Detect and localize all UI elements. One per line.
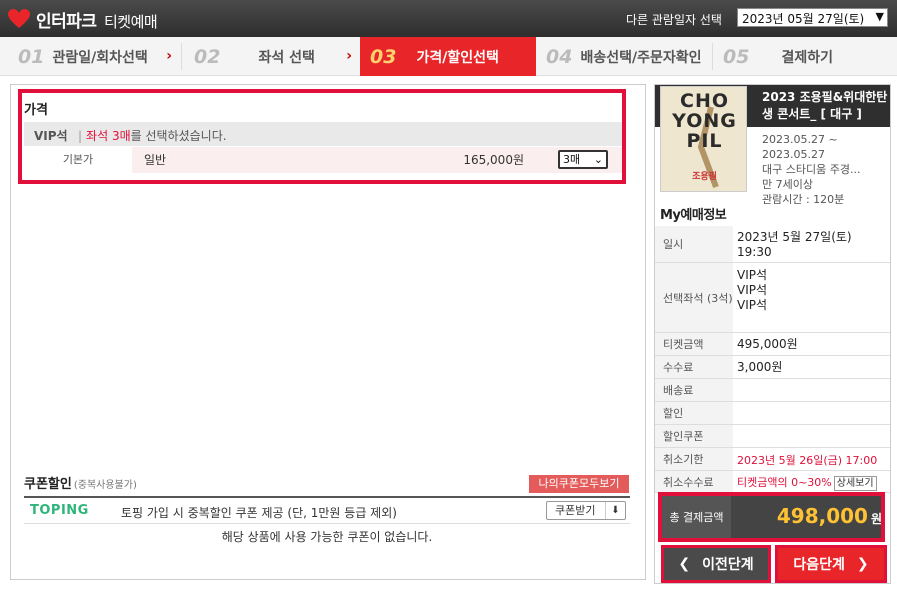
chevron-right-icon: › [346,48,352,64]
step-label: 가격/할인선택 [416,49,499,66]
my-booking-title: My예매정보 [660,208,727,223]
info-row-ticket-amount: 티켓금액 495,000원 [655,333,890,356]
price-highlight-box [18,89,626,184]
info-row-date: 일시 2023년 5월 27일(토) 19:30 [655,226,890,263]
info-row-seats: 선택좌석 (3석) VIP석 VIP석 VIP석 [655,263,890,333]
step-4[interactable]: 04 배송선택/주문자확인 [536,37,712,76]
date-select-value: 2023년 05월 27일(토) [742,12,865,26]
show-info: 2023.05.27 ~ 2023.05.27 대구 스타디움 주경... 만 … [762,132,887,207]
info-row-cancel-deadline: 취소기한 2023년 5월 26일(금) 17:00 [655,448,890,471]
show-runtime: 관람시간 : 120분 [762,193,845,206]
total-unit: 원 [870,512,882,526]
detail-button[interactable]: 상세보기 [833,476,877,491]
step-number: 05 [723,45,750,68]
total-label: 총 결제금액 [662,496,731,538]
info-value: 3,000원 [737,360,783,374]
step-number: 03 [370,45,397,68]
cancel-fee-value: 티켓금액의 0~30% [737,476,832,489]
show-period: 2023.05.27 ~ 2023.05.27 [762,133,838,161]
coupon-title: 쿠폰할인 (중복사용불가) [24,473,137,492]
show-poster: CHO YONG PIL 조용필 [660,86,747,192]
top-bar: 인터파크 티켓예매 다른 관람일자 선택 2023년 05월 27일(토) ▼ [0,0,897,37]
step-label: 결제하기 [781,49,833,66]
total-amount: 498,000 [776,504,868,528]
info-label: 할인 [655,402,733,424]
no-coupon-message: 해당 상품에 사용 가능한 쿠폰이 없습니다. [221,530,433,544]
info-label: 선택좌석 (3석) [655,263,733,332]
chevron-right-icon: › [166,48,172,64]
prev-step-label: 이전단계 [702,557,754,573]
info-label: 배송료 [655,379,733,401]
total-value: 498,000 원 [732,504,882,528]
info-value: 티켓금액의 0~30% 상세보기 [737,475,889,491]
info-value: 2023년 5월 26일(금) 17:00 [737,454,878,467]
info-row-coupon: 할인쿠폰 [655,425,890,448]
info-row-discount: 할인 [655,402,890,425]
step-number: 01 [18,45,45,68]
coupon-title-text: 쿠폰할인 [24,477,72,492]
step-3-active[interactable]: 03 가격/할인선택 [360,37,536,76]
step-nav: 01 관람일/회차선택 › 02 좌석 선택 › 03 가격/할인선택 04 배… [0,37,897,76]
brand-name: 인터파크 [36,12,97,32]
show-title: 2023 조용필&위대한탄생 콘서트_ [ 대구 ] [762,90,888,121]
date-select[interactable]: 2023년 05월 27일(토) ▼ [737,8,888,27]
poster-subtitle: 조용필 [692,172,717,182]
show-age: 만 7세이상 [762,178,813,191]
info-label: 취소수수료 [655,471,733,492]
next-step-button[interactable]: 다음단계 ❯ [775,545,887,583]
coupon-description: 토핑 가입 시 중복할인 쿠폰 제공 (단, 1만원 등급 제외) [121,506,397,520]
brand-sub: 티켓예매 [103,13,158,31]
step-5[interactable]: 05 결제하기 [713,37,897,76]
info-label: 일시 [655,226,733,262]
coupon-row: TOPING 토핑 가입 시 중복할인 쿠폰 제공 (단, 1만원 등급 제외)… [24,498,630,524]
step-label: 좌석 선택 [258,49,315,66]
poster-text: CHO YONG PIL [672,90,737,152]
chevron-down-icon: ▼ [875,10,884,23]
coupon-title-note: (중복사용불가) [73,480,137,491]
info-row-delivery: 배송료 [655,379,890,402]
step-label: 관람일/회차선택 [52,49,148,66]
info-value: 2023년 5월 27일(토) 19:30 [737,230,852,259]
step-number: 02 [194,45,221,68]
next-step-label: 다음단계 [793,557,845,573]
info-label: 할인쿠폰 [655,425,733,447]
info-value: VIP석 VIP석 VIP석 [737,268,768,312]
get-coupon-label: 쿠폰받기 [555,504,596,517]
info-label: 취소기한 [655,448,733,470]
step-1[interactable]: 01 관람일/회차선택 › [0,37,180,76]
toping-logo: TOPING [30,503,89,518]
chevron-right-icon: ❯ [856,556,869,572]
info-row-fee: 수수료 3,000원 [655,356,890,379]
chevron-left-icon: ❮ [678,556,691,572]
my-coupons-button[interactable]: 나의쿠폰모두보기 [529,475,629,493]
total-amount-box: 총 결제금액 498,000 원 [658,492,885,542]
step-label: 배송선택/주문자확인 [580,49,702,66]
info-row-cancel-fee: 취소수수료 티켓금액의 0~30% 상세보기 [655,471,890,493]
info-label: 티켓금액 [655,333,733,355]
brand-title: 인터파크 티켓예매 [36,7,158,32]
other-date-label: 다른 관람일자 선택 [626,13,722,27]
info-value: 495,000원 [737,337,798,351]
download-icon: ⬇ [605,502,625,519]
info-label: 수수료 [655,356,733,378]
show-venue: 대구 스타디움 주경... [762,163,861,176]
step-2[interactable]: 02 좌석 선택 › [182,37,360,76]
get-coupon-button[interactable]: 쿠폰받기 ⬇ [546,501,626,520]
step-number: 04 [546,45,573,68]
heart-logo-icon [8,9,30,28]
prev-step-button[interactable]: ❮ 이전단계 [661,545,771,583]
